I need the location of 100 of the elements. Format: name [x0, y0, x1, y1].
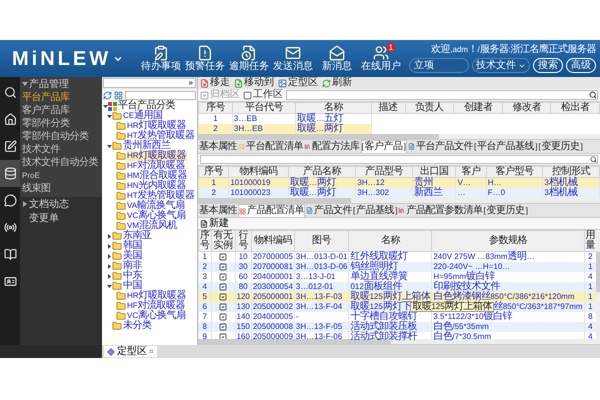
menu-item[interactable]: 技术文件自动分类	[22, 157, 98, 168]
expand-icon[interactable]	[102, 104, 108, 108]
nav-button[interactable]: 新消息	[315, 45, 360, 72]
tree-item[interactable]: HN光内取暖器	[127, 181, 188, 191]
tree-item[interactable]: VC离心换气扇	[127, 311, 187, 321]
collapse-icon[interactable]	[106, 264, 112, 268]
collapse-icon[interactable]	[106, 244, 112, 248]
nav-button[interactable]: 在线用户 1	[359, 45, 404, 72]
menu-item[interactable]: 客户产品库	[22, 105, 70, 116]
collapse-icon[interactable]	[22, 201, 28, 207]
header-button[interactable]: 搜索	[533, 58, 563, 73]
collapse-icon[interactable]	[106, 234, 112, 238]
tree-item[interactable]: 贵州新西兰	[123, 141, 172, 151]
nav-button[interactable]: 发送消息	[271, 45, 316, 72]
column-header[interactable]: 创建者	[454, 102, 502, 114]
checkbox[interactable]	[219, 303, 227, 311]
scrollbar[interactable]	[198, 198, 600, 203]
tab[interactable]: [产品基线]	[353, 204, 398, 217]
tab[interactable]: 基本属性	[199, 140, 237, 153]
table-row[interactable]: 1 101000019 取暖…两灯 3H…12 贵州 V… H… 3档机械	[198, 178, 600, 188]
column-header[interactable]: 描述	[371, 102, 406, 114]
checkbox[interactable]	[219, 323, 227, 331]
column-header[interactable]: 负责人	[405, 102, 454, 114]
checkbox[interactable]	[243, 90, 252, 100]
menu-item[interactable]: 零部件分类	[22, 118, 70, 129]
nav-button[interactable]: 逾期任务	[227, 45, 272, 72]
tree-item[interactable]: 东南亚	[123, 231, 152, 241]
checkbox[interactable]	[219, 253, 227, 261]
tree-item[interactable]: HT发热管取暖器	[127, 131, 196, 141]
close-icon[interactable]: ⌗	[149, 346, 154, 356]
menu-group[interactable]: 变更单	[29, 212, 59, 224]
tab[interactable]: [变更历史]	[483, 204, 528, 217]
table-row[interactable]: 6 130 205000002 3H…13-F-04 取暖125两灯下取暖125两灯上箱体丝850°C/363*187*97mm 1	[198, 302, 597, 312]
table-row[interactable]: 1 10 207000005 3H…013-D-01 红外线取暖灯 240V 275W …83mm透明… 2	[198, 252, 597, 262]
checkbox[interactable]	[219, 273, 227, 281]
table-row[interactable]: 3 60 204000001 3…13-J-01 单边直线弹簧 H=95mm镀白锌 4	[198, 272, 597, 282]
nav-button[interactable]: 预警任务	[183, 45, 228, 72]
search-field[interactable]: 立项	[409, 58, 469, 73]
tree-item[interactable]: 中国	[123, 281, 143, 291]
table-row[interactable]: 2 30 207000081 3H…013-D-06 钨丝照明灯 220-240V~ …H=10… 1	[198, 262, 597, 272]
column-header[interactable]: 检出者	[550, 102, 600, 114]
tab[interactable]: 基本属性	[199, 204, 237, 217]
menu-item[interactable]: 平台产品库	[22, 92, 70, 103]
menu-group[interactable]: 产品管理	[29, 78, 69, 90]
tab[interactable]: 产品配置参数清单	[398, 204, 482, 217]
tab[interactable]: 平台产品文件	[408, 140, 473, 153]
tab[interactable]: 平台配置清单	[238, 140, 303, 153]
tab[interactable]: 配置方法库	[304, 140, 360, 153]
menu-item[interactable]: 线束图	[22, 183, 50, 194]
table-row[interactable]: 5 120 205000001 3H…13-F-03 取暖125两灯上箱体 白色烤漆钢丝850°C/386*216*120mm 1	[198, 292, 597, 302]
refresh-icon[interactable]	[103, 90, 112, 100]
tree-item[interactable]: 未分类	[123, 321, 152, 331]
tree-item[interactable]: HR灯暖取暖器	[127, 151, 188, 161]
filter-field[interactable]	[286, 90, 598, 100]
menu-item[interactable]: 技术文件	[22, 144, 60, 155]
tree-item[interactable]: 美国	[123, 251, 143, 261]
tab[interactable]: 产品配置清单	[238, 204, 305, 217]
tab[interactable]: [变更历史]	[538, 140, 583, 153]
tab[interactable]: [平台产品基线]	[474, 140, 538, 153]
table-row[interactable]: 4 80 203000054 3…012-01 012面板组件 印刷按技术文件 1	[198, 282, 597, 292]
tree-item[interactable]: HF对流取暖器	[127, 301, 186, 311]
column-header[interactable]: 修改者	[502, 102, 551, 114]
tree-item[interactable]: HF对流取暖器	[127, 161, 186, 171]
tree-item[interactable]: VM混流风机	[127, 221, 178, 231]
table-row[interactable]: 2 101000023 取暖…两灯 3H…302 新西兰 … F…0 3档机械	[198, 188, 600, 198]
expand-icon[interactable]	[106, 144, 112, 148]
tree-item[interactable]: HM混合取暖器	[127, 171, 188, 181]
bottom-tab[interactable]: 定型区 ⌗	[104, 346, 157, 357]
expand-icon[interactable]	[106, 114, 112, 118]
scope-dropdown[interactable]: 技术文件	[472, 58, 530, 73]
tree-item[interactable]: 南非	[123, 261, 143, 271]
tree-item[interactable]: HT发热管取暖器	[127, 191, 196, 201]
column-header[interactable]: 参数规格	[432, 230, 584, 252]
checkbox[interactable]	[219, 263, 227, 271]
header-button[interactable]: 高级	[566, 58, 596, 73]
tree-item[interactable]: 平台产品分类	[118, 101, 176, 111]
menu-group[interactable]: 文档动态	[29, 198, 69, 210]
tree-item[interactable]: VA輸流换气扇	[127, 201, 186, 211]
expand-icon[interactable]	[22, 81, 28, 87]
collapse-icon[interactable]	[106, 274, 112, 278]
menu-item[interactable]: ProE	[22, 170, 40, 181]
scrollbar[interactable]	[198, 134, 600, 139]
tree-item[interactable]: CE通用国	[123, 111, 164, 121]
dropdown-field[interactable]: »	[103, 78, 196, 88]
toolbar-button[interactable]: 移动到	[234, 78, 274, 88]
collapse-icon[interactable]	[106, 254, 112, 258]
nav-button[interactable]: 待办事项	[139, 45, 184, 72]
tree-item[interactable]: HR灯暖取暖器	[127, 291, 188, 301]
scrollbar[interactable]	[198, 339, 600, 344]
menu-item[interactable]: 零部件自动分类	[22, 131, 88, 142]
tree-item[interactable]: VC离心换气扇	[127, 211, 187, 221]
table-row[interactable]: 7 140 204000005 - 十字槽自攻螺钉 3.5*1122/3*10镀白锌 8	[198, 312, 597, 322]
logo[interactable]: MiNLEW	[12, 48, 112, 68]
search-field[interactable]	[200, 155, 598, 164]
scrollbar[interactable]	[596, 230, 600, 339]
tree-item[interactable]: 韩国	[123, 241, 143, 251]
toolbar-button[interactable]: 移走	[200, 78, 230, 88]
tab[interactable]: 产品文件	[306, 204, 352, 217]
table-row[interactable]: 8 150 205000008 3H…13-F-05 活动式卸装压板 白色/55*35mm 4	[198, 322, 597, 332]
checkbox[interactable]	[219, 283, 227, 291]
